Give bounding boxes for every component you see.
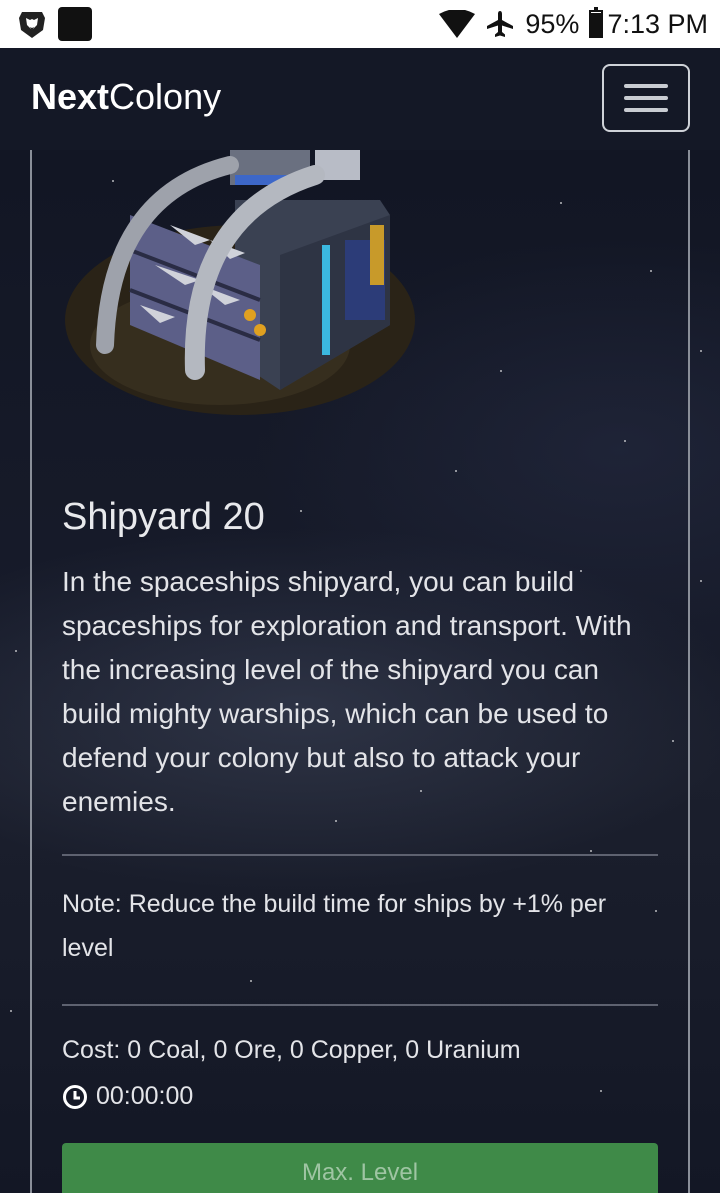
card-border-right [688,150,690,1193]
status-bar: 95% 7:13 PM [0,0,720,48]
brand-bold: Next [31,76,110,117]
menu-toggle-button[interactable] [602,64,690,132]
building-description: In the spaceships shipyard, you can buil… [62,566,632,817]
wifi-icon [439,10,476,38]
build-cost: Cost: 0 Coal, 0 Ore, 0 Copper, 0 Uranium [62,1036,521,1064]
divider [62,854,658,856]
battery-percent: 95% [525,8,580,39]
divider [62,1004,658,1006]
hamburger-line [624,96,668,100]
build-time: 00:00:00 [62,1082,193,1111]
hamburger-icon [624,84,668,88]
building-note: Note: Reduce the build time for ships by… [62,890,607,962]
build-time-value: 00:00:00 [96,1082,194,1110]
max-level-button[interactable]: Max. Level [62,1143,658,1193]
navbar: NextColony [0,48,720,150]
building-card: Shipyard 20 In the spaceships shipyard, … [0,150,720,1193]
building-title: Shipyard 20 [62,496,265,538]
brand-rest: Colony [109,76,222,117]
hamburger-line [624,108,668,112]
clock-icon [63,1084,87,1109]
notification-app-icon [58,7,92,41]
shipyard-building-image [65,150,415,415]
airplane-mode-icon [487,11,514,37]
clock-time: 7:13 PM [607,8,708,39]
card-border-left [30,150,32,1193]
battery-icon [589,7,604,38]
brave-lion-icon [19,12,45,38]
brand-logo[interactable]: NextColony [31,76,221,118]
